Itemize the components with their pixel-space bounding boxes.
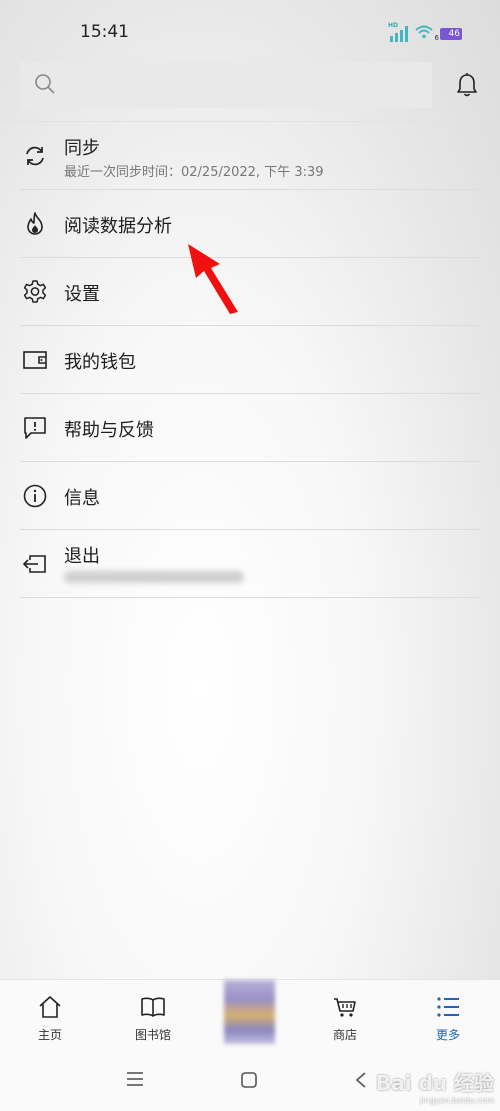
status-time: 15:41 xyxy=(80,22,129,42)
sync-icon xyxy=(26,146,44,166)
cart-icon xyxy=(334,998,356,1017)
menu-item-label: 设置 xyxy=(64,284,100,305)
info-icon xyxy=(23,484,47,508)
nav-label: 更多 xyxy=(435,1028,460,1042)
last-sync-time: 最近一次同步时间：02/25/2022, 下午 3:39 xyxy=(64,165,324,180)
current-book-thumbnail[interactable] xyxy=(224,980,275,1044)
menu-item-label: 阅读数据分析 xyxy=(64,216,172,237)
wifi-badge: 6 xyxy=(434,34,439,42)
network-badge: HD xyxy=(388,21,399,29)
status-icons: HD 6 46 xyxy=(388,22,462,43)
menu-item-settings[interactable]: 设置 xyxy=(20,258,480,326)
watermark-sub: jingyan.baidu.com xyxy=(420,1096,494,1105)
menu-item-info[interactable]: 信息 xyxy=(20,462,480,530)
wifi-icon: 6 xyxy=(414,24,439,43)
nav-library[interactable]: 图书馆 xyxy=(103,980,203,1050)
list-icon xyxy=(437,997,459,1017)
menu-icon[interactable] xyxy=(126,1071,144,1087)
system-nav-bar: Bai du 经验 jingyan.baidu.com xyxy=(0,1049,500,1111)
bell-icon[interactable] xyxy=(455,72,479,98)
menu-item-label: 信息 xyxy=(64,488,100,509)
account-email-redacted xyxy=(64,571,244,583)
signal-icon: HD xyxy=(388,22,408,42)
feedback-icon xyxy=(24,417,46,439)
menu-item-sync[interactable]: 同步 最近一次同步时间：02/25/2022, 下午 3:39 xyxy=(20,122,480,190)
watermark-text: Bai du 经验 xyxy=(375,1071,494,1095)
flame-icon xyxy=(27,212,43,235)
menu-item-label: 退出 xyxy=(64,546,100,567)
menu-item-wallet[interactable]: 我的钱包 xyxy=(20,326,480,394)
status-bar: 15:41 HD 6 46 xyxy=(0,0,500,62)
wallet-icon xyxy=(23,351,47,369)
menu-item-label: 同步 xyxy=(64,138,100,159)
watermark: Bai du 经验 jingyan.baidu.com xyxy=(376,1067,494,1105)
menu-item-label: 我的钱包 xyxy=(64,352,136,373)
gear-icon xyxy=(23,280,47,303)
nav-label: 商店 xyxy=(332,1028,357,1042)
logout-icon xyxy=(22,555,46,573)
search-icon xyxy=(35,74,55,94)
battery-level: 46 xyxy=(448,28,460,39)
book-icon xyxy=(141,997,165,1017)
menu-item-reading-analytics[interactable]: 阅读数据分析 xyxy=(20,190,480,258)
home-button-icon[interactable] xyxy=(240,1071,258,1089)
nav-label: 主页 xyxy=(37,1028,62,1042)
nav-more[interactable]: 更多 xyxy=(398,980,498,1050)
menu-item-label: 帮助与反馈 xyxy=(64,420,154,441)
battery-icon: 46 xyxy=(440,27,462,40)
nav-store[interactable]: 商店 xyxy=(295,980,395,1050)
more-menu: 同步 最近一次同步时间：02/25/2022, 下午 3:39 阅读数据分析 设… xyxy=(20,122,480,598)
header xyxy=(0,62,500,120)
menu-item-help-feedback[interactable]: 帮助与反馈 xyxy=(20,394,480,462)
back-icon[interactable] xyxy=(354,1071,368,1089)
home-icon xyxy=(39,996,61,1018)
annotation-arrow-icon xyxy=(188,244,238,314)
nav-label: 图书馆 xyxy=(134,1028,171,1042)
search-input[interactable] xyxy=(20,62,432,108)
menu-item-logout[interactable]: 退出 xyxy=(20,530,480,598)
bottom-nav: 主页 图书馆 商店 更多 xyxy=(0,979,500,1049)
nav-home[interactable]: 主页 xyxy=(0,980,100,1050)
